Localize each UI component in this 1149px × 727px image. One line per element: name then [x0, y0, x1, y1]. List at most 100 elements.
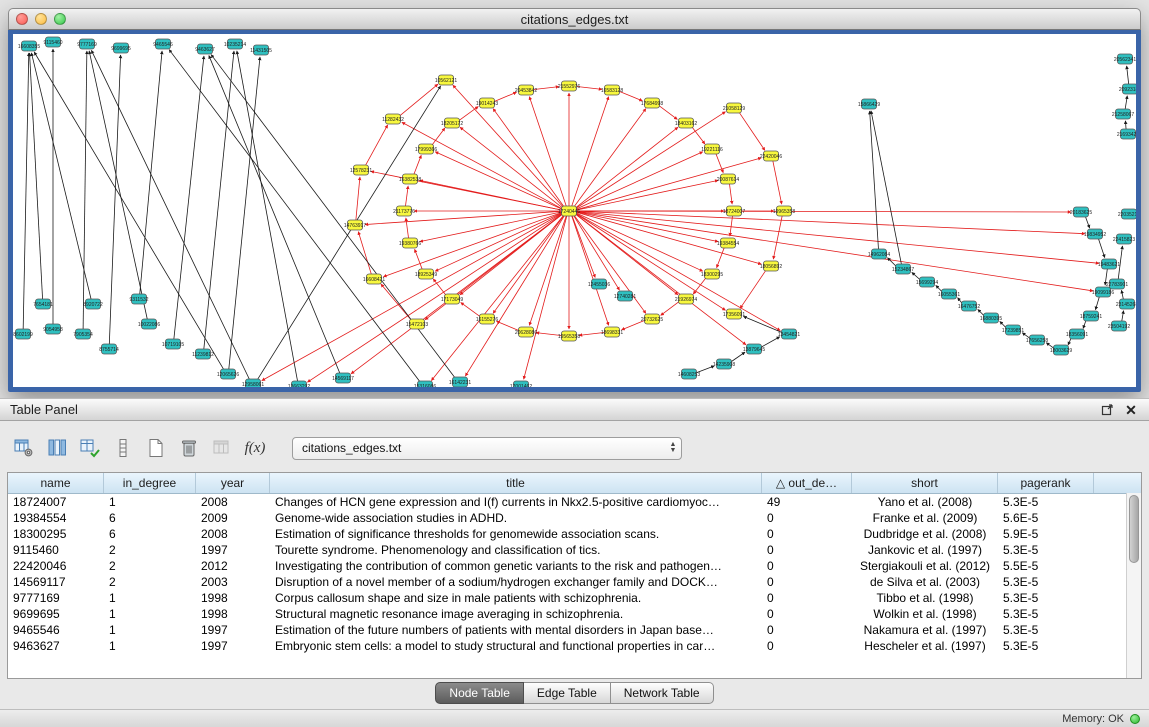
network-node[interactable]: 23504192 [1108, 321, 1130, 331]
network-edge[interactable] [534, 87, 559, 90]
network-edge[interactable] [415, 249, 423, 269]
tab-edge-table[interactable]: Edge Table [524, 682, 611, 704]
network-node[interactable]: 11239812 [192, 349, 214, 359]
network-node[interactable]: 22415823 [1113, 234, 1135, 244]
network-node[interactable]: 17173049 [441, 294, 463, 304]
network-edge[interactable] [1098, 239, 1104, 258]
network-edge[interactable] [461, 302, 480, 316]
network-canvas[interactable]: 1724044618724007193845541830029521926974… [13, 34, 1136, 387]
column-header-out_degree[interactable]: △ out_de… [762, 473, 852, 493]
network-node[interactable]: 18724007 [723, 206, 745, 216]
network-node[interactable]: 11431505 [250, 45, 272, 55]
table-settings-icon[interactable] [12, 436, 36, 460]
network-node[interactable]: 9777169 [77, 39, 97, 49]
network-node[interactable]: 16142231 [449, 377, 471, 387]
network-edge[interactable] [1125, 121, 1126, 129]
network-node[interactable]: 16382538 [399, 174, 421, 184]
network-node[interactable]: 12740281 [614, 291, 636, 301]
column-header-in_degree[interactable]: in_degree [104, 473, 196, 493]
network-edge[interactable] [743, 316, 781, 332]
column-header-name[interactable]: name [8, 473, 104, 493]
table-row[interactable]: 946554611997Estimation of the future num… [8, 622, 1141, 638]
network-edge[interactable] [89, 51, 147, 319]
network-node[interactable]: 9463627 [195, 44, 215, 54]
network-node[interactable]: 12455036 [588, 279, 610, 289]
network-node[interactable]: 15234867 [892, 264, 914, 274]
network-edge[interactable] [211, 55, 455, 378]
network-node[interactable]: 13879645 [743, 344, 765, 354]
delete-column-icon[interactable] [177, 436, 201, 460]
new-column-icon[interactable] [144, 436, 168, 460]
network-edge[interactable] [1127, 66, 1129, 84]
network-node[interactable]: 20923184 [1119, 84, 1136, 94]
network-edge[interactable] [577, 211, 1085, 233]
network-node[interactable]: 9054958 [43, 324, 63, 334]
network-edge[interactable] [91, 50, 249, 379]
network-node[interactable]: 19483621 [1098, 259, 1120, 269]
table-row[interactable]: 1872400712008Changes of HCN gene express… [8, 494, 1141, 510]
tab-node-table[interactable]: Node Table [435, 682, 524, 704]
table-row[interactable]: 2242004622012Investigating the contribut… [8, 558, 1141, 574]
tab-network-table[interactable]: Network Table [611, 682, 714, 704]
network-edge[interactable] [577, 180, 718, 210]
network-edge[interactable] [493, 109, 564, 207]
network-edge[interactable] [381, 284, 412, 320]
network-edge[interactable] [729, 184, 732, 204]
network-edge[interactable] [978, 309, 984, 315]
table-row[interactable]: 1830029562008Estimation of significance … [8, 526, 1141, 542]
float-panel-icon[interactable] [1099, 402, 1115, 418]
network-node[interactable]: 15316086 [414, 381, 436, 387]
network-edge[interactable] [1000, 321, 1006, 327]
network-node[interactable]: 17999366 [415, 144, 437, 154]
network-node[interactable]: 16608421 [363, 274, 385, 284]
network-node[interactable]: 14235908 [713, 359, 735, 369]
network-edge[interactable] [453, 85, 564, 207]
network-node[interactable]: 9699695 [111, 43, 131, 53]
network-node[interactable]: 20732625 [641, 314, 663, 324]
network-edge[interactable] [740, 270, 766, 308]
network-edge[interactable] [773, 161, 782, 204]
close-panel-icon[interactable]: ✕ [1123, 402, 1139, 418]
network-edge[interactable] [577, 86, 602, 89]
network-edge[interactable] [717, 247, 725, 267]
network-edge[interactable] [406, 218, 409, 238]
network-edge[interactable] [576, 214, 726, 311]
network-edge[interactable] [460, 127, 563, 208]
network-node[interactable]: 21926974 [675, 294, 697, 304]
network-node[interactable]: 14608253 [678, 369, 700, 379]
network-node[interactable]: 18356091 [1066, 329, 1088, 339]
network-edge[interactable] [524, 216, 567, 379]
network-edge[interactable] [577, 211, 1071, 212]
network-node[interactable]: 7905354 [73, 329, 93, 339]
column-header-pagerank[interactable]: pagerank [998, 473, 1094, 493]
network-node[interactable]: 11282432 [382, 114, 404, 124]
network-node[interactable]: 13663292 [288, 381, 310, 387]
network-node[interactable]: 18403162 [675, 118, 697, 128]
network-node[interactable]: 10719105 [162, 339, 184, 349]
network-node[interactable]: 18056892 [760, 261, 782, 271]
network-node[interactable]: 18925349 [415, 269, 437, 279]
network-edge[interactable] [432, 128, 445, 146]
network-node[interactable]: 17001462 [510, 381, 532, 387]
network-node[interactable]: 19834952 [1084, 229, 1106, 239]
vertical-scrollbar[interactable] [1126, 493, 1141, 678]
network-node[interactable]: 19965358 [773, 206, 795, 216]
network-node[interactable]: 15699294 [916, 277, 938, 287]
network-edge[interactable] [739, 112, 765, 150]
network-node[interactable]: 20453842 [515, 85, 537, 95]
network-node[interactable]: 20628086 [515, 327, 537, 337]
network-node[interactable]: 18698331 [601, 327, 623, 337]
network-node[interactable]: 15866429 [858, 99, 880, 109]
network-node[interactable]: 12958061 [242, 379, 264, 387]
network-node[interactable]: 18300295 [701, 269, 723, 279]
network-node[interactable]: 17656258 [1026, 335, 1048, 345]
network-node[interactable]: 8755714 [99, 344, 119, 354]
network-edge[interactable] [572, 97, 609, 207]
network-node[interactable]: 17684998 [641, 98, 663, 108]
network-node[interactable]: 22035216 [1118, 209, 1136, 219]
network-node[interactable]: 14569117 [332, 373, 354, 383]
network-edge[interactable] [307, 214, 562, 382]
network-edge[interactable] [1095, 296, 1099, 309]
network-edge[interactable] [435, 152, 561, 209]
network-edge[interactable] [1125, 96, 1127, 109]
